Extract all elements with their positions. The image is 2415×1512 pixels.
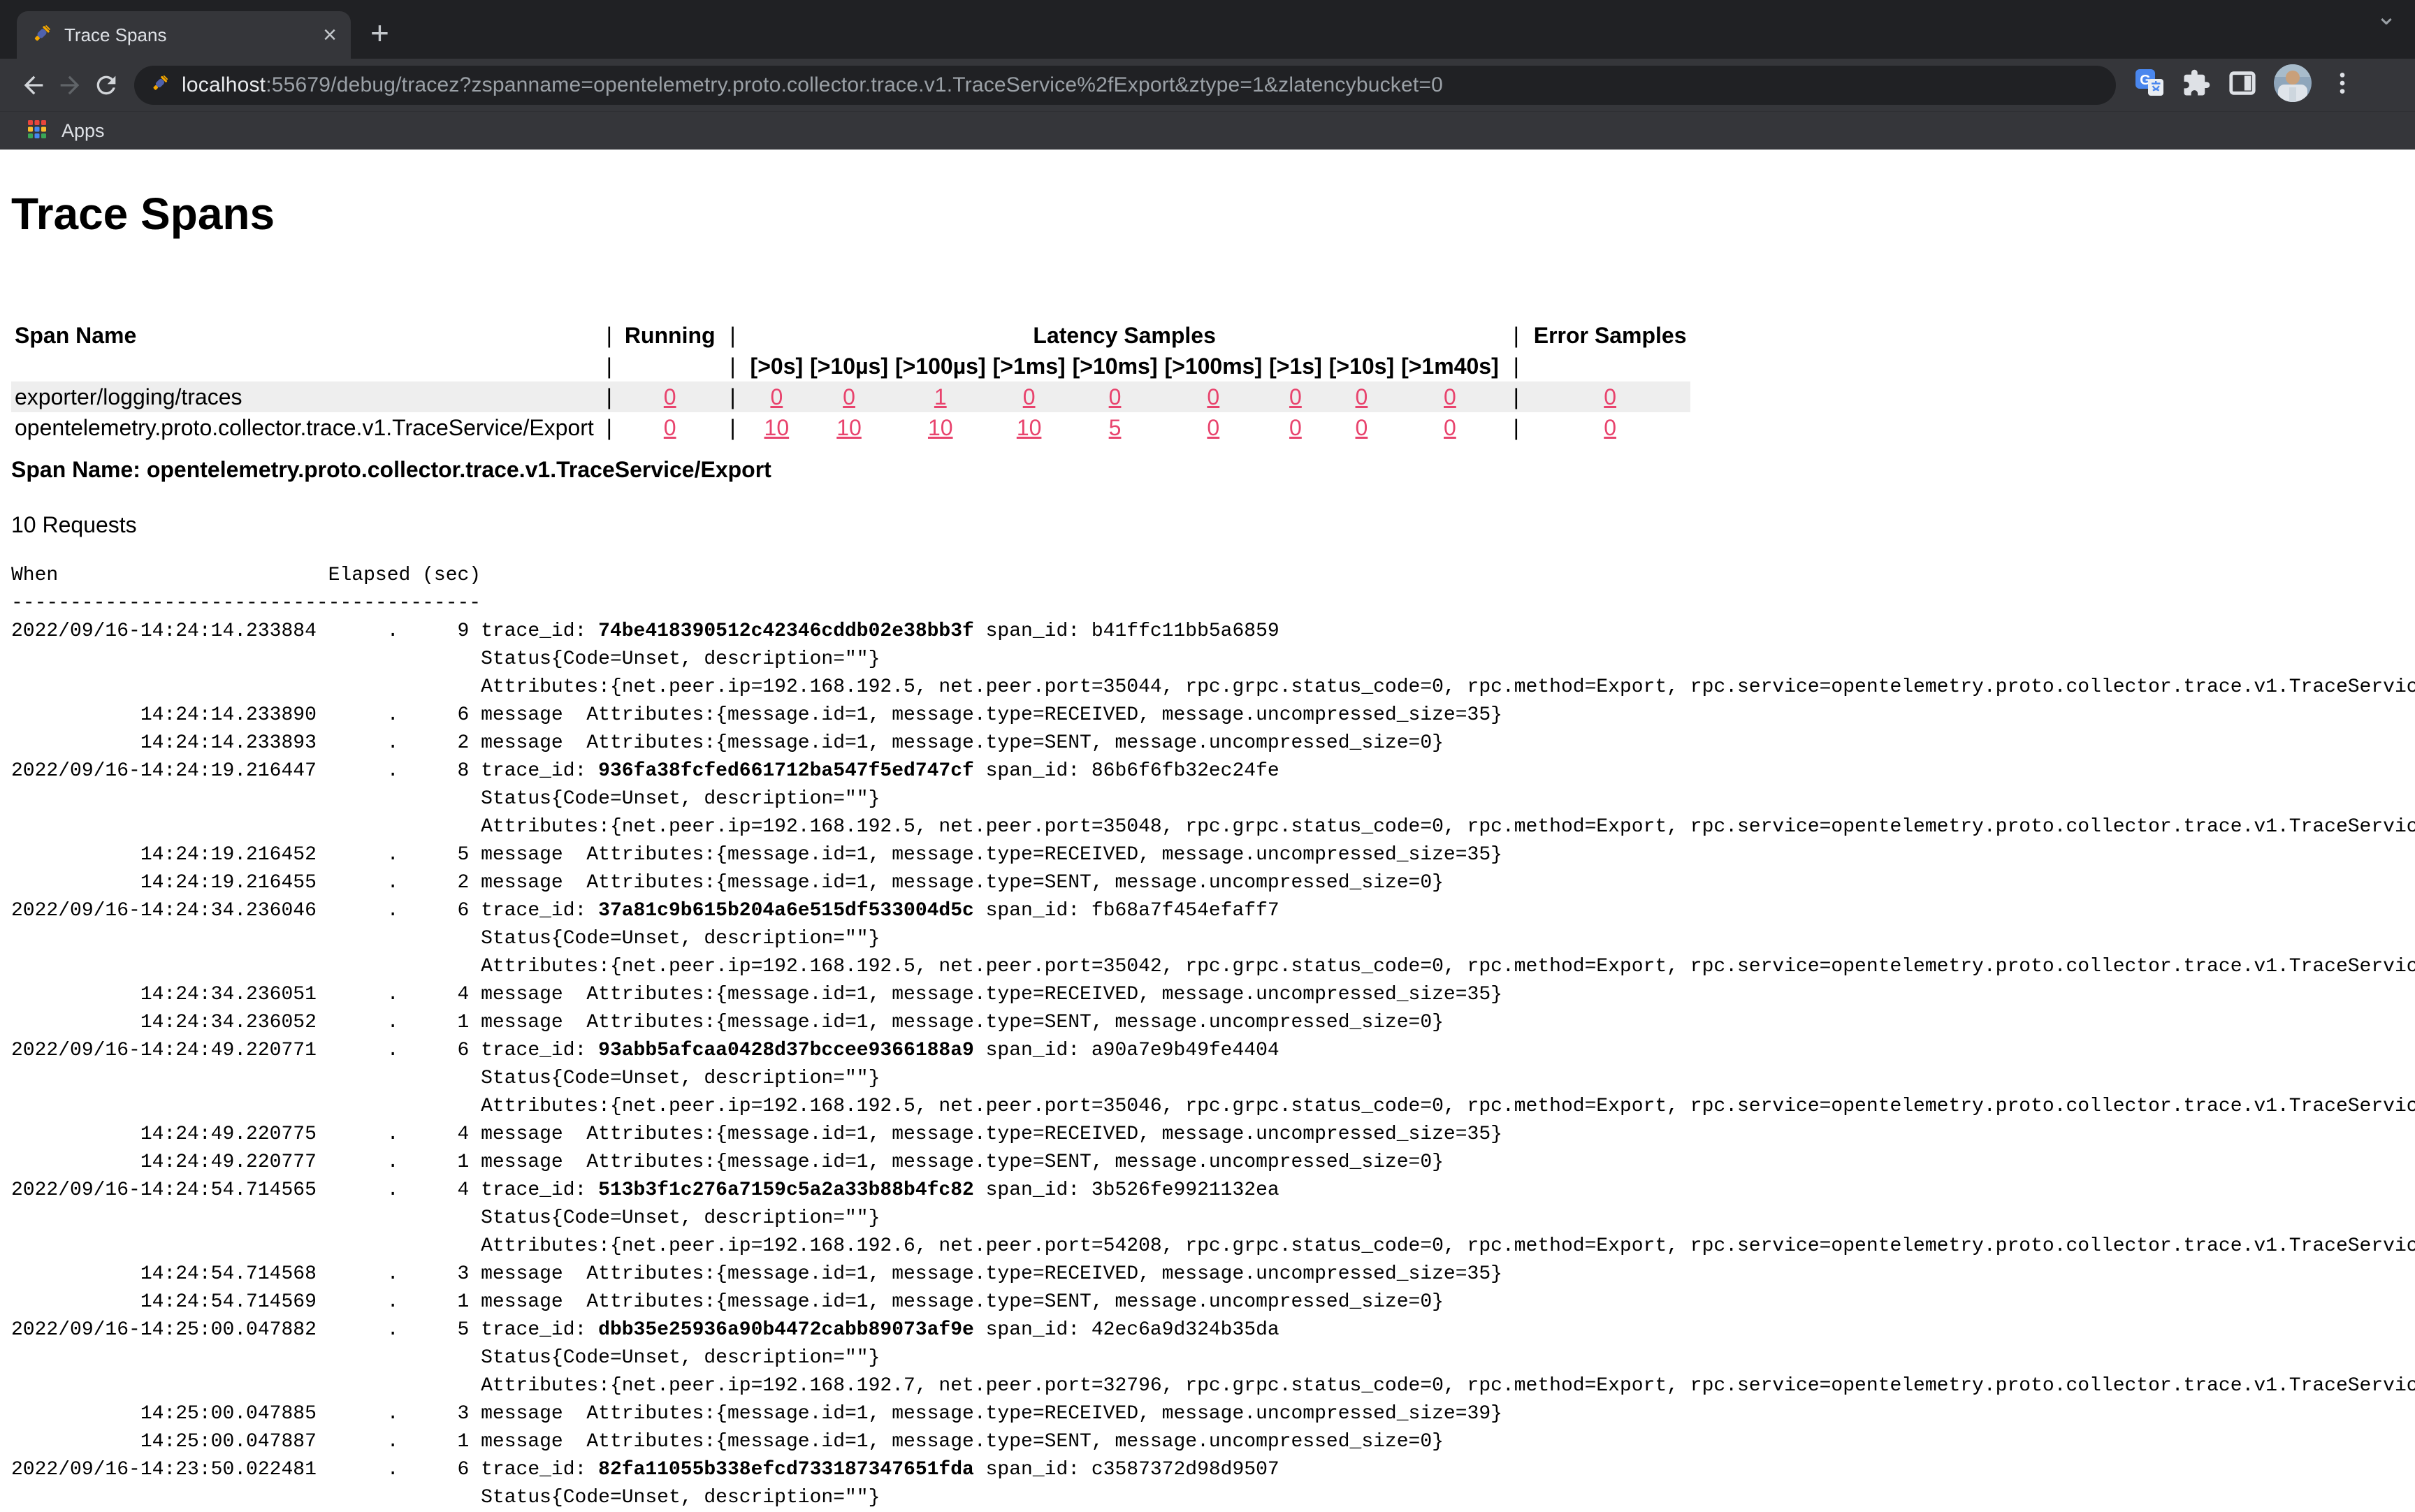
latency-count-link[interactable]: 0 (1069, 381, 1161, 412)
latency-count-link[interactable]: 0 (989, 381, 1069, 412)
profile-avatar[interactable] (2274, 64, 2312, 106)
new-tab-button[interactable]: + (370, 17, 389, 49)
running-count-link[interactable]: 0 (621, 412, 719, 443)
bookmarks-bar: Apps (0, 111, 2415, 150)
latency-bucket-label: [>1m40s] (1398, 351, 1502, 381)
error-count-link[interactable]: 0 (1530, 412, 1690, 443)
page-title: Trace Spans (11, 186, 2415, 242)
latency-count-link[interactable]: 1 (892, 381, 989, 412)
tab-search-chevron-icon[interactable]: ⌄ (2376, 1, 2397, 31)
tab-strip: Trace Spans × + ⌄ (0, 0, 2415, 59)
column-separator: | (597, 320, 621, 351)
column-separator: | (1502, 320, 1530, 351)
latency-bucket-label: [>0s] (747, 351, 807, 381)
selected-span-name: Span Name: opentelemetry.proto.collector… (11, 457, 2415, 483)
extensions-puzzle-icon[interactable] (2182, 68, 2211, 101)
request-count: 10 Requests (11, 512, 2415, 538)
browser-window: { "browser": { "tab_title": "Trace Spans… (0, 0, 2415, 1509)
latency-count-link[interactable]: 0 (1265, 412, 1326, 443)
tab-close-icon[interactable]: × (323, 23, 337, 47)
latency-bucket-label: [>100ms] (1161, 351, 1265, 381)
latency-count-link[interactable]: 10 (747, 412, 807, 443)
bucket-header-spacer (621, 351, 719, 381)
bookmark-apps[interactable]: Apps (61, 120, 105, 142)
latency-count-link[interactable]: 5 (1069, 412, 1161, 443)
url-text: localhost:55679/debug/tracez?zspanname=o… (182, 73, 1443, 97)
latency-count-link[interactable]: 10 (989, 412, 1069, 443)
latency-bucket-label: [>1s] (1265, 351, 1326, 381)
latency-count-link[interactable]: 0 (1161, 412, 1265, 443)
back-button[interactable] (15, 67, 52, 103)
latency-count-link[interactable]: 0 (1398, 381, 1502, 412)
latency-bucket-label: [>10ms] (1069, 351, 1161, 381)
latency-count-link[interactable]: 0 (1161, 381, 1265, 412)
column-separator: | (719, 351, 747, 381)
forward-button[interactable] (52, 67, 88, 103)
opentelemetry-favicon-icon (31, 22, 53, 48)
span-summary-row: exporter/logging/traces|0|001000000|0 (11, 381, 1690, 412)
error-count-link[interactable]: 0 (1530, 381, 1690, 412)
span-summary-table: Span Name | Running | Latency Samples | … (11, 320, 1690, 443)
bucket-header-spacer (11, 351, 597, 381)
latency-count-link[interactable]: 0 (747, 381, 807, 412)
latency-bucket-label: [>100µs] (892, 351, 989, 381)
latency-count-link[interactable]: 10 (892, 412, 989, 443)
translate-icon[interactable]: G (2134, 68, 2165, 102)
latency-count-link[interactable]: 0 (1265, 381, 1326, 412)
summary-header-row: Span Name | Running | Latency Samples | … (11, 320, 1690, 351)
url-path: :55679/debug/tracez?zspanname=openteleme… (266, 73, 1443, 96)
request-details: When Elapsed (sec) ---------------------… (11, 562, 2415, 1512)
apps-grid-icon[interactable] (27, 119, 48, 143)
latency-bucket-label: [>10µs] (806, 351, 892, 381)
tracez-page: Trace Spans Span Name | Running | Latenc… (0, 186, 2415, 1512)
column-separator: | (719, 412, 747, 443)
address-bar[interactable]: localhost:55679/debug/tracez?zspanname=o… (134, 66, 2116, 105)
column-separator: | (719, 381, 747, 412)
column-separator: | (719, 320, 747, 351)
column-separator: | (1502, 381, 1530, 412)
column-separator: | (597, 351, 621, 381)
column-separator: | (597, 381, 621, 412)
reload-button[interactable] (88, 67, 124, 103)
latency-count-link[interactable]: 0 (1326, 381, 1398, 412)
col-error-samples: Error Samples (1530, 320, 1690, 351)
column-separator: | (1502, 412, 1530, 443)
span-name-cell: exporter/logging/traces (11, 381, 597, 412)
column-separator: | (597, 412, 621, 443)
col-span-name: Span Name (11, 320, 597, 351)
tab-title: Trace Spans (64, 24, 312, 46)
browser-tab[interactable]: Trace Spans × (17, 11, 351, 59)
latency-count-link[interactable]: 0 (1398, 412, 1502, 443)
latency-count-link[interactable]: 0 (1326, 412, 1398, 443)
col-running: Running (621, 320, 719, 351)
col-latency-samples: Latency Samples (747, 320, 1502, 351)
running-count-link[interactable]: 0 (621, 381, 719, 412)
toolbar-actions: G (2134, 64, 2356, 106)
latency-count-link[interactable]: 0 (806, 381, 892, 412)
browser-toolbar: localhost:55679/debug/tracez?zspanname=o… (0, 59, 2415, 111)
latency-count-link[interactable]: 10 (806, 412, 892, 443)
bucket-header-spacer (1530, 351, 1690, 381)
latency-bucket-label: [>10s] (1326, 351, 1398, 381)
column-separator: | (1502, 351, 1530, 381)
span-summary-row: opentelemetry.proto.collector.trace.v1.T… (11, 412, 1690, 443)
browser-menu-icon[interactable] (2328, 69, 2356, 101)
latency-bucket-header-row: ||[>0s][>10µs][>100µs][>1ms][>10ms][>100… (11, 351, 1690, 381)
side-panel-icon[interactable] (2228, 68, 2257, 101)
url-host: localhost (182, 73, 266, 96)
span-name-cell: opentelemetry.proto.collector.trace.v1.T… (11, 412, 597, 443)
latency-bucket-label: [>1ms] (989, 351, 1069, 381)
opentelemetry-favicon-icon (150, 73, 171, 97)
